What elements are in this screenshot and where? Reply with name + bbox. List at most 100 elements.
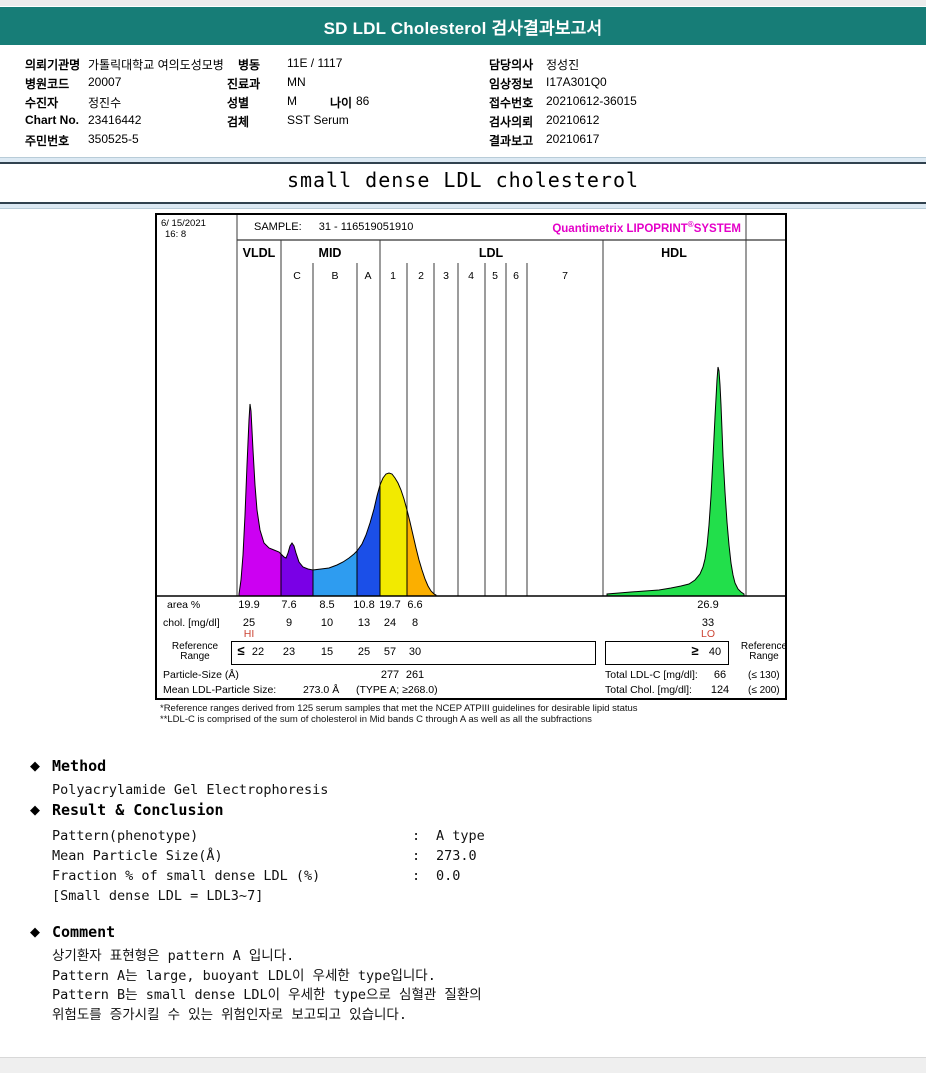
result-value: 0.0 [436, 868, 461, 884]
patient-field-label-4: 진료과 [227, 77, 261, 91]
report-page: SD LDL Cholesterol 검사결과보고서 의뢰기관명 가톨릭대학교 여… [0, 0, 926, 1073]
comment-lines: 상기환자 표현형은 pattern A 입니다. Pattern A는 large… [52, 944, 872, 1023]
particle-size-value: 261 [405, 669, 425, 681]
chol-value: 24 [383, 617, 397, 629]
reference-value: 15 [320, 646, 334, 658]
result-name: [Small dense LDL = LDL3~7] [52, 888, 264, 904]
patient-field-value-2: 정성진 [546, 58, 580, 72]
result-row-1: Mean Particle Size(Å):273.0 [52, 848, 672, 868]
total-chol-reference: (≤ 200) [748, 685, 780, 696]
total-ldl-label: Total LDL-C [mg/dl]: [605, 669, 698, 681]
total-ldl-reference: (≤ 130) [748, 670, 780, 681]
patient-field-value-5: I17A301Q0 [546, 75, 607, 89]
patient-field-value-10: 23416442 [88, 113, 142, 127]
patient-field-value-14: 20210617 [546, 132, 600, 146]
mean-particle-size-label: Mean LDL-Particle Size: [163, 684, 277, 696]
result-row-3: [Small dense LDL = LDL3~7] [52, 888, 672, 908]
diamond-icon: ◆ [30, 802, 40, 817]
less-equal-sign: ≤ [237, 643, 245, 658]
result-name: Mean Particle Size(Å) [52, 848, 223, 864]
reference-range-label: Range [180, 651, 210, 662]
fraction-table: area % 19.9 7.6 8.5 10.8 19.7 6.6 26.9 chol. [mg… [157, 215, 787, 698]
chol-value: 9 [285, 617, 293, 629]
phenotype-type-note: (TYPE A; ≥268.0) [356, 684, 438, 696]
patient-field-label-14: 결과보고 [489, 134, 534, 148]
patient-field-label-6: 수진자 [25, 96, 59, 110]
comment-line-1: Pattern A는 large, buoyant LDL이 우세한 type입… [52, 967, 436, 984]
patient-field-label-3: 병원코드 [25, 77, 70, 91]
reference-value: 25 [357, 646, 371, 658]
patient-field-label-13: 주민번호 [25, 134, 70, 148]
reference-range-label: Range [749, 651, 779, 662]
patient-field-label-7: 성별 [227, 96, 250, 110]
comment-line-3: 위험도를 증가시킬 수 있는 위험인자로 보고되고 있습니다. [52, 1006, 407, 1023]
greater-equal-sign: ≥ [691, 643, 699, 658]
diamond-icon: ◆ [30, 758, 40, 773]
flag-low: LO [700, 628, 716, 640]
chol-value: 8 [411, 617, 419, 629]
patient-field-value-0: 가톨릭대학교 여의도성모병 [88, 58, 224, 72]
diamond-icon: ◆ [30, 924, 40, 939]
area-percent-value: 8.5 [319, 599, 335, 611]
patient-field-value-1: 11E / 1117 [287, 56, 343, 70]
footnote-2: **LDL-C is comprised of the sum of chole… [160, 714, 592, 725]
patient-field-label-12: 검사의뢰 [489, 115, 534, 129]
bottom-strip [0, 1057, 926, 1073]
reference-value: 30 [408, 646, 422, 658]
reference-value: 57 [383, 646, 397, 658]
area-percent-value: 10.8 [353, 599, 375, 611]
comment-heading: Comment [52, 923, 116, 941]
patient-field-label-5: 임상정보 [489, 77, 534, 91]
patient-field-value-9: 20210612-36015 [546, 94, 637, 108]
reference-value: 23 [282, 646, 296, 658]
total-chol-value: 124 [710, 684, 730, 696]
flag-high: HI [243, 628, 255, 640]
colon: : [412, 868, 421, 884]
method-heading: Method [52, 757, 107, 775]
lipoprint-chart: VLDL MID LDL HDL C B A 1 2 3 4 5 6 7 6/ 15/2021 16: 8… [155, 213, 787, 700]
comment-line-2: Pattern B는 small dense LDL이 우세한 type으로 심… [52, 987, 482, 1003]
particle-size-label: Particle-Size (Å) [163, 669, 239, 681]
patient-field-label-2: 담당의사 [489, 58, 534, 72]
result-value: A type [436, 828, 485, 844]
patient-field-label-0: 의뢰기관명 [25, 58, 81, 72]
chol-value: 13 [357, 617, 371, 629]
result-row-2: Fraction % of small dense LDL (%):0.0 [52, 868, 672, 888]
reference-value-hdl: 40 [708, 646, 722, 658]
area-percent-value: 6.6 [407, 599, 423, 611]
result-rows: Pattern(phenotype): A type Mean Particle S… [52, 828, 672, 908]
divider-line [0, 202, 926, 209]
result-name: Pattern(phenotype) [52, 828, 199, 844]
area-percent-value: 26.9 [697, 599, 719, 611]
result-heading: Result & Conclusion [52, 801, 224, 819]
result-value: 273.0 [436, 848, 477, 864]
comment-line-0: 상기환자 표현형은 pattern A 입니다. [52, 948, 295, 964]
patient-field-value-13: 350525-5 [88, 132, 139, 146]
patient-field-label-8: 나이 [330, 96, 353, 110]
colon: : [412, 848, 421, 864]
area-percent-value: 7.6 [281, 599, 297, 611]
patient-field-label-10: Chart No. [25, 113, 79, 127]
particle-size-value: 277 [380, 669, 400, 681]
colon: : [412, 828, 421, 844]
patient-field-label-9: 접수번호 [489, 96, 534, 110]
result-name: Fraction % of small dense LDL (%) [52, 868, 321, 884]
total-ldl-value: 66 [713, 669, 727, 681]
patient-field-value-4: MN [287, 75, 306, 89]
section-title: small dense LDL cholesterol [286, 168, 640, 192]
result-row-0: Pattern(phenotype): A type [52, 828, 672, 848]
area-percent-value: 19.7 [379, 599, 401, 611]
patient-info-block: 의뢰기관명 가톨릭대학교 여의도성모병 병동 11E / 1117 담당의사 정성진병원코… [0, 0, 926, 160]
area-percent-value: 19.9 [238, 599, 260, 611]
divider-line [0, 157, 926, 164]
patient-field-value-3: 20007 [88, 75, 122, 89]
patient-field-value-12: 20210612 [546, 113, 600, 127]
patient-field-value-8: 86 [356, 94, 370, 108]
patient-field-value-11: SST Serum [287, 113, 349, 127]
total-chol-label: Total Chol. [mg/dl]: [605, 684, 692, 696]
patient-field-value-7: M [287, 94, 297, 108]
patient-field-label-1: 병동 [238, 58, 261, 72]
chol-value: 10 [320, 617, 334, 629]
area-percent-label: area % [167, 599, 201, 611]
mean-particle-size-value: 273.0 Å [303, 684, 340, 696]
